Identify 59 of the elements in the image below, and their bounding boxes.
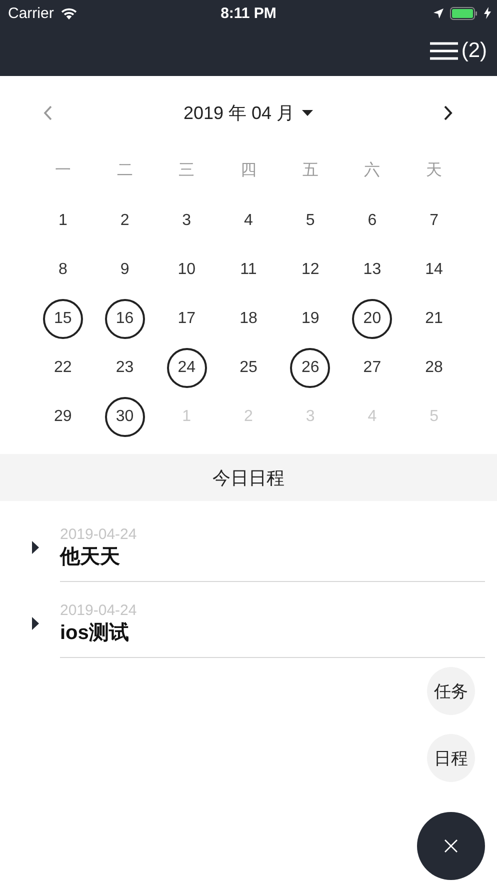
calendar-day[interactable]: 13	[352, 250, 392, 290]
close-icon	[444, 839, 458, 853]
calendar-day[interactable]: 5	[290, 200, 330, 240]
calendar-day[interactable]: 10	[166, 250, 207, 290]
calendar-day[interactable]: 21	[414, 298, 454, 338]
calendar-day[interactable]: 12	[290, 250, 330, 290]
month-picker[interactable]: 2019 年 04 月	[183, 101, 313, 125]
calendar-day[interactable]: 27	[352, 348, 392, 388]
next-month-icon[interactable]	[442, 105, 453, 121]
calendar-day[interactable]: 29	[42, 396, 83, 436]
calendar-day[interactable]: 18	[228, 298, 268, 338]
calendar-day[interactable]: 30	[104, 396, 145, 436]
weekday-label: 五	[302, 161, 318, 181]
wifi-icon	[60, 6, 78, 20]
calendar-day[interactable]: 25	[228, 348, 268, 388]
calendar-day[interactable]: 15	[42, 298, 83, 338]
carrier-name: Carrier	[8, 4, 54, 22]
item-date: 2019-04-24	[60, 602, 137, 620]
section-header: 今日日程	[0, 454, 497, 501]
item-title: 他天天	[60, 545, 120, 570]
weekday-label: 一	[54, 161, 71, 181]
weekday-label: 六	[364, 160, 380, 181]
calendar-day[interactable]: 2	[104, 200, 145, 240]
calendar-day[interactable]: 11	[228, 250, 268, 290]
calendar-day[interactable]: 9	[104, 250, 145, 290]
weekday-label: 三	[178, 161, 195, 181]
previous-month-icon[interactable]	[43, 105, 53, 121]
weekday-label: 二	[116, 161, 133, 181]
fab-action-button[interactable]: 任务	[427, 667, 475, 715]
calendar-day[interactable]: 23	[104, 348, 145, 388]
calendar-day[interactable]: 28	[414, 348, 454, 388]
calendar-day[interactable]: 8	[42, 250, 83, 290]
caret-icon	[302, 110, 313, 116]
calendar-day[interactable]: 6	[352, 200, 392, 240]
weekday-label: 四	[240, 161, 256, 181]
fab-action-button[interactable]: 日程	[427, 734, 475, 782]
calendar-day[interactable]: 19	[290, 298, 330, 338]
weekday-label: 天	[426, 161, 442, 181]
menu-button[interactable]: (2)	[428, 39, 489, 63]
calendar-day[interactable]: 22	[42, 348, 83, 388]
location-icon	[433, 8, 444, 18]
calendar-day[interactable]: 1	[42, 200, 83, 240]
item-date: 2019-04-24	[60, 526, 137, 544]
calendar-day[interactable]: 3	[166, 200, 207, 240]
calendar-day[interactable]: 7	[414, 200, 454, 240]
calendar-day[interactable]: 14	[414, 250, 454, 290]
item-title: ios测试	[60, 621, 129, 646]
calendar-day[interactable]: 26	[290, 348, 330, 388]
charging-icon	[484, 7, 491, 19]
menu-icon	[430, 42, 458, 60]
calendar-day[interactable]: 4	[228, 200, 268, 240]
calendar-day[interactable]: 16	[104, 298, 145, 338]
schedule-item[interactable]: 2019-04-24 ios测试	[0, 602, 497, 658]
calendar-day[interactable]: 24	[166, 348, 207, 388]
calendar-day[interactable]: 20	[352, 298, 392, 338]
battery-icon	[450, 6, 478, 20]
schedule-item[interactable]: 2019-04-24 他天天	[0, 526, 497, 582]
calendar-day[interactable]: 17	[166, 298, 207, 338]
status-time: 8:11 PM	[220, 4, 276, 22]
